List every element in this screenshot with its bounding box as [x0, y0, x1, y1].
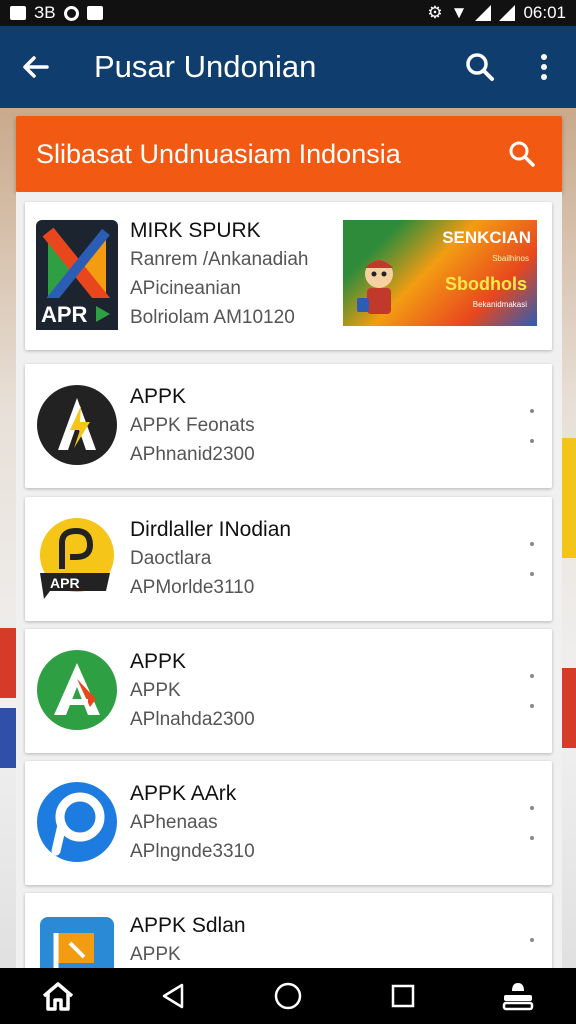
nav-back-button[interactable] — [133, 968, 213, 1024]
app-subtitle: Daoctlara — [130, 548, 212, 569]
circle-home-icon — [274, 982, 302, 1010]
image-icon — [10, 6, 26, 20]
sync-icon — [63, 5, 79, 21]
status-left-text: ЗВ — [34, 3, 56, 22]
app-meta: APlngnde3310 — [130, 841, 255, 862]
list-item-texts: APPK APPK Feonats APhnanid2300 — [130, 382, 255, 469]
item-more-button[interactable] — [524, 793, 540, 853]
back-triangle-icon — [162, 983, 184, 1009]
a-lightning-icon — [36, 384, 118, 466]
promo-subline: Sbailhinos — [492, 254, 529, 263]
app-title: APPK Sdlan — [130, 914, 246, 937]
app-title: APPK AArk — [130, 782, 237, 805]
promo-big-text: Sbodhols — [445, 274, 527, 294]
signal-icon — [475, 5, 492, 21]
signal-icon-2 — [499, 5, 516, 21]
nav-recents-button[interactable] — [363, 968, 443, 1024]
list-item-texts: APPK AArk APhenaas APlngnde3310 — [130, 779, 255, 866]
home-icon — [42, 982, 73, 1011]
featured-texts: MIRK SPURK Ranrem /Ankanadiah APicineani… — [130, 216, 309, 332]
app-bar: Pusar Undonian — [0, 26, 576, 108]
app-subtitle: APPK — [130, 944, 181, 965]
app-title: Dirdlaller INodian — [130, 518, 292, 541]
apr-icon-label: APR — [41, 302, 88, 327]
app-title: APPK — [130, 385, 187, 408]
header-search-button[interactable] — [502, 134, 542, 174]
search-header: Slibasat Undnuasiam Indonsia — [16, 116, 562, 192]
wifi-icon: ▼ — [450, 3, 468, 22]
promo-small-text: Bekanidmakasi — [472, 300, 527, 309]
page-title: Pusar Undonian — [94, 49, 317, 84]
list-item[interactable]: APPK APPK APlnahda2300 — [25, 629, 552, 753]
list-item[interactable]: APPK AArk APhenaas APlngnde3310 — [25, 761, 552, 885]
item-more-button[interactable] — [524, 925, 540, 968]
list-item[interactable]: APPK APPK Feonats APhnanid2300 — [25, 364, 552, 488]
profile-icon — [503, 983, 534, 1011]
app-list: APR MIRK SPURK Ranrem /Ankanadiah APicin… — [16, 192, 562, 968]
list-item-texts: APPK APPK APlnahda2300 — [130, 647, 255, 734]
notification-icon — [86, 6, 103, 20]
app-meta: APhnanid2300 — [130, 444, 255, 465]
list-item[interactable]: APR Dirdlaller INodian Daoctlara APMorld… — [25, 497, 552, 621]
nav-home-circle-button[interactable] — [248, 968, 328, 1024]
app-title: APPK — [130, 650, 187, 673]
promo-banner[interactable]: SENKCIAN Sbailhinos Sbodhols Bekanidmaka… — [343, 220, 537, 326]
featured-line2: APicineanian — [130, 278, 241, 299]
item-more-button[interactable] — [524, 529, 540, 589]
app-subtitle: APhenaas — [130, 812, 218, 833]
status-bar: ЗВ ⚙ ▼ 06:01 — [0, 0, 576, 26]
square-recents-icon — [391, 984, 415, 1008]
apr-app-icon: APR — [36, 220, 118, 330]
list-item-texts: Dirdlaller INodian Daoctlara APMorlde311… — [130, 515, 291, 602]
system-nav-bar — [0, 968, 576, 1024]
item-more-button[interactable] — [524, 396, 540, 456]
search-header-title: Slibasat Undnuasiam Indonsia — [36, 138, 401, 169]
apr-chat-icon: APR — [36, 517, 118, 599]
svg-text:APR: APR — [50, 575, 80, 591]
featured-line1: Ranrem /Ankanadiah — [130, 249, 309, 270]
mascot-icon — [357, 260, 393, 314]
back-button[interactable] — [0, 26, 70, 108]
nav-home-button[interactable] — [18, 968, 98, 1024]
featured-title: MIRK SPURK — [130, 219, 261, 242]
alarm-icon: ⚙ — [427, 3, 443, 22]
flag-icon — [36, 913, 118, 968]
app-meta: APlnahda2300 — [130, 709, 255, 730]
arrow-left-icon — [23, 56, 49, 78]
search-button[interactable] — [448, 26, 512, 108]
app-subtitle: APPK Feonats — [130, 415, 255, 436]
nav-profile-button[interactable] — [478, 968, 558, 1024]
status-time: 06:01 — [523, 3, 566, 22]
search-icon — [509, 141, 535, 167]
search-icon — [466, 53, 494, 81]
featured-card[interactable]: APR MIRK SPURK Ranrem /Ankanadiah APicin… — [25, 202, 552, 350]
item-more-button[interactable] — [524, 661, 540, 721]
more-vertical-icon — [541, 54, 547, 80]
overflow-menu-button[interactable] — [512, 26, 576, 108]
app-subtitle: APPK — [130, 680, 181, 701]
app-meta: APMorlde3110 — [130, 577, 255, 598]
promo-headline: SENKCIAN — [442, 228, 531, 247]
blue-p-icon — [36, 781, 118, 863]
list-item-texts: APPK Sdlan APPK — [130, 911, 246, 968]
green-a-icon — [36, 649, 118, 731]
featured-line3: Bolriolam AM10120 — [130, 307, 295, 328]
list-item[interactable]: APPK Sdlan APPK — [25, 893, 552, 968]
